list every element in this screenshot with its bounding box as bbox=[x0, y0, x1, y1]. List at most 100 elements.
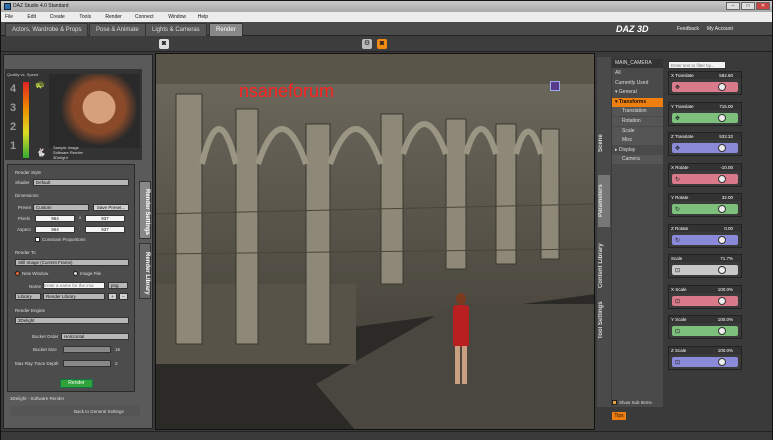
menu-help[interactable]: Help bbox=[198, 14, 208, 20]
param-value[interactable]: -10.00 bbox=[720, 165, 733, 170]
slider-knob[interactable] bbox=[718, 296, 727, 305]
menu-tools[interactable]: Tools bbox=[79, 14, 91, 20]
param-slider[interactable] bbox=[672, 356, 738, 367]
param-slider[interactable] bbox=[672, 326, 738, 336]
image-file-radio[interactable] bbox=[73, 271, 78, 276]
pixels-width-input[interactable]: 964 bbox=[35, 215, 75, 222]
param-slot[interactable]: Y Rotate 32.00 ↻ bbox=[668, 193, 742, 217]
camera-icon[interactable]: ◙ bbox=[159, 39, 169, 49]
param-slot[interactable]: Y Scale 100.0% ⊡ bbox=[668, 315, 742, 339]
add-button[interactable]: + bbox=[108, 293, 117, 300]
menu-render[interactable]: Render bbox=[105, 14, 121, 20]
render-library-select[interactable]: Render Library bbox=[43, 293, 105, 300]
tree-node[interactable]: ▾ General bbox=[612, 88, 663, 97]
param-slider[interactable] bbox=[672, 265, 738, 275]
show-sub-items-checkbox[interactable] bbox=[612, 400, 617, 405]
quality-meter[interactable] bbox=[23, 82, 29, 158]
library-select[interactable]: Library bbox=[15, 293, 41, 300]
render-icon[interactable]: ◙ bbox=[377, 39, 387, 49]
filter-input[interactable] bbox=[668, 61, 726, 69]
tab-parameters[interactable]: Parameters bbox=[598, 175, 610, 227]
param-slot[interactable]: X Scale 100.0% ⊡ bbox=[668, 284, 742, 309]
tree-node[interactable]: Currently Used bbox=[612, 79, 663, 88]
param-slot[interactable]: X Translate 582.60 ✥ bbox=[668, 71, 742, 95]
param-value[interactable]: 933.32 bbox=[719, 134, 733, 139]
param-value[interactable]: 32.00 bbox=[722, 195, 733, 200]
tips-button[interactable]: Tips bbox=[612, 412, 626, 420]
render-button[interactable]: Render bbox=[60, 379, 93, 388]
level-4[interactable]: 4 bbox=[10, 83, 16, 95]
back-to-general-button[interactable]: Back to General Settings bbox=[10, 406, 140, 416]
menu-create[interactable]: Create bbox=[50, 14, 65, 20]
minimize-button[interactable]: – bbox=[726, 2, 740, 10]
render-to-select[interactable]: Still Image (Current Frame) bbox=[15, 259, 129, 266]
new-window-radio[interactable] bbox=[15, 271, 20, 276]
slider-knob[interactable] bbox=[718, 235, 727, 244]
tab-render[interactable]: Render bbox=[209, 23, 243, 36]
menu-edit[interactable]: Edit bbox=[27, 14, 36, 20]
render-settings-icon[interactable]: ⚙ bbox=[362, 39, 372, 49]
param-value[interactable]: 100.0% bbox=[718, 287, 733, 292]
param-slider[interactable] bbox=[672, 204, 738, 214]
extension-select[interactable]: png bbox=[108, 282, 128, 289]
param-slot[interactable]: Z Translate 933.32 ✥ bbox=[668, 132, 742, 156]
tree-node[interactable]: Misc bbox=[612, 136, 663, 146]
param-value[interactable]: 100.0% bbox=[718, 348, 733, 353]
param-value[interactable]: 71.7% bbox=[720, 256, 733, 261]
bucket-order-select[interactable]: Horizontal bbox=[61, 333, 129, 340]
tree-node[interactable]: ▸ Display bbox=[612, 146, 663, 155]
tab-render-settings[interactable]: Render Settings bbox=[139, 181, 151, 239]
max-ray-slider[interactable] bbox=[63, 360, 111, 367]
tab-scene[interactable]: Scene bbox=[598, 123, 610, 163]
menu-window[interactable]: Window bbox=[168, 14, 186, 20]
shader-select[interactable]: Default bbox=[33, 179, 129, 186]
aspect-width-input[interactable]: 964 bbox=[35, 226, 75, 233]
slider-knob[interactable] bbox=[718, 113, 727, 122]
account-link[interactable]: My Account bbox=[707, 26, 733, 32]
param-value[interactable]: 715.00 bbox=[719, 104, 733, 109]
filename-input[interactable] bbox=[43, 282, 105, 289]
scene-viewport[interactable]: nsaneforum bbox=[155, 53, 595, 430]
param-slot[interactable]: Z Scale 100.0% ⊡ bbox=[668, 345, 742, 370]
tab-content-library[interactable]: Content Library bbox=[598, 233, 610, 299]
tab-actors[interactable]: Actors, Wardrobe & Props bbox=[5, 23, 89, 36]
engine-select[interactable]: 3Delight bbox=[15, 317, 129, 324]
save-preset-button[interactable]: Save Preset... bbox=[93, 204, 129, 211]
menu-file[interactable]: File bbox=[5, 14, 13, 20]
feedback-link[interactable]: Feedback bbox=[677, 26, 699, 32]
param-slot[interactable]: X Rotate -10.00 ↻ bbox=[668, 162, 742, 187]
slider-knob[interactable] bbox=[718, 174, 727, 183]
constrain-checkbox[interactable] bbox=[35, 237, 40, 242]
camera-selector[interactable]: MAIN_CAMERA bbox=[612, 59, 663, 68]
close-button[interactable]: ✕ bbox=[756, 2, 770, 10]
level-1[interactable]: 1 bbox=[10, 140, 16, 152]
level-3[interactable]: 3 bbox=[10, 102, 16, 114]
tree-node[interactable]: ▾ Transforms bbox=[612, 97, 663, 107]
bucket-size-slider[interactable] bbox=[63, 346, 111, 353]
param-value[interactable]: 100.0% bbox=[718, 317, 733, 322]
slider-knob[interactable] bbox=[718, 357, 727, 366]
remove-button[interactable]: − bbox=[119, 293, 128, 300]
tree-node[interactable]: Translation bbox=[612, 107, 663, 117]
param-slider[interactable] bbox=[672, 143, 738, 153]
param-slot[interactable]: Y Translate 715.00 ✥ bbox=[668, 101, 742, 126]
tab-render-library[interactable]: Render Library bbox=[139, 243, 151, 299]
param-slider[interactable] bbox=[672, 234, 738, 245]
level-2[interactable]: 2 bbox=[10, 121, 16, 133]
tab-lights[interactable]: Lights & Cameras bbox=[145, 23, 207, 36]
view-cube-icon[interactable] bbox=[550, 81, 560, 91]
tree-node[interactable]: Scale bbox=[612, 126, 663, 136]
param-slider[interactable] bbox=[672, 173, 738, 184]
preset-select[interactable]: Custom bbox=[33, 204, 89, 211]
tab-pose[interactable]: Pose & Animate bbox=[89, 23, 146, 36]
param-slider[interactable] bbox=[672, 82, 738, 92]
maximize-button[interactable]: □ bbox=[741, 2, 755, 10]
menu-connect[interactable]: Connect bbox=[135, 14, 154, 20]
tab-tool-settings[interactable]: Tool Settings bbox=[598, 295, 610, 345]
param-value[interactable]: 582.60 bbox=[719, 73, 733, 78]
param-slider[interactable] bbox=[672, 295, 738, 306]
tree-node[interactable]: Camera bbox=[612, 155, 663, 165]
tree-node[interactable]: Rotation bbox=[612, 117, 663, 126]
param-slot[interactable]: Scale 71.7% ⊡ bbox=[668, 254, 742, 278]
pixels-height-input[interactable]: 937 bbox=[85, 215, 125, 222]
